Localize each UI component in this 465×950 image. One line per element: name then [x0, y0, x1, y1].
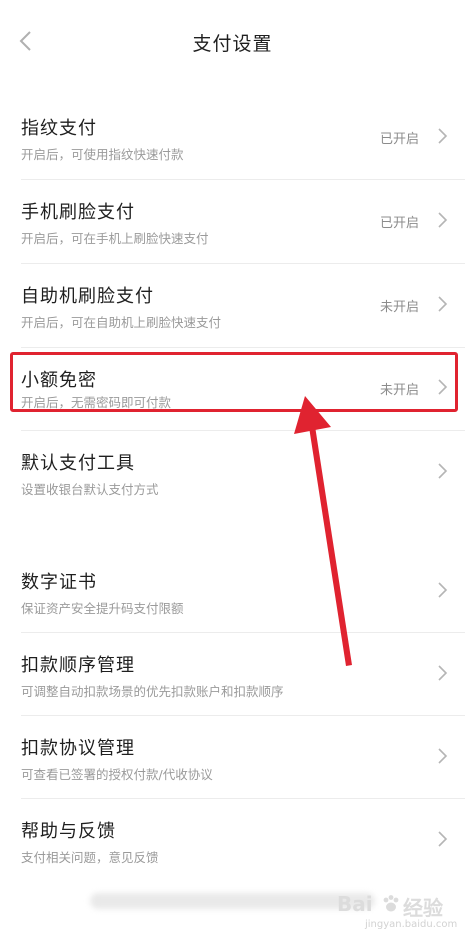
- row-title: 指纹支付: [21, 118, 97, 139]
- row-subtitle: 可查看已签署的授权付款/代收协议: [21, 767, 213, 782]
- page-title: 支付设置: [192, 33, 273, 55]
- row-debit-order-management[interactable]: 扣款顺序管理 可调整自动扣款场景的优先扣款账户和扣款顺序: [0, 633, 465, 716]
- row-kiosk-face-pay[interactable]: 自助机刷脸支付 开启后，可在自助机上刷脸快速支付 未开启: [0, 264, 465, 347]
- payment-settings-page: 支付设置 指纹支付 开启后，可使用指纹快速付款 已开启 手机刷脸支付 开启后，可…: [0, 0, 465, 950]
- chevron-right-icon: [438, 212, 448, 228]
- row-status: 已开启: [379, 132, 419, 147]
- watermark-url: jingyan.baidu.com: [365, 919, 458, 930]
- row-status: 已开启: [379, 216, 419, 231]
- row-title: 扣款顺序管理: [21, 655, 135, 676]
- row-subtitle: 保证资产安全提升码支付限额: [21, 601, 184, 616]
- row-title: 小额免密: [21, 370, 97, 391]
- row-title: 帮助与反馈: [21, 821, 116, 842]
- row-subtitle: 开启后，可使用指纹快速付款: [21, 147, 184, 162]
- row-phone-face-pay[interactable]: 手机刷脸支付 开启后，可在手机上刷脸快速支付 已开启: [0, 180, 465, 263]
- paw-icon: [383, 895, 399, 912]
- row-title: 数字证书: [21, 572, 97, 593]
- chevron-right-icon: [438, 748, 448, 764]
- row-subtitle: 支付相关问题，意见反馈: [21, 850, 159, 865]
- row-small-amount-no-password[interactable]: 小额免密 开启后，无需密码即可付款 未开启: [0, 348, 465, 431]
- row-status: 未开启: [379, 300, 419, 315]
- row-subtitle: 设置收银台默认支付方式: [21, 482, 159, 497]
- watermark-brand-suffix: 经验: [403, 896, 443, 920]
- row-digital-certificate[interactable]: 数字证书 保证资产安全提升码支付限额: [0, 550, 465, 633]
- row-title: 自助机刷脸支付: [21, 286, 154, 307]
- row-status: 未开启: [379, 383, 419, 398]
- chevron-right-icon: [438, 463, 448, 479]
- nav-header: 支付设置: [0, 0, 465, 84]
- chevron-right-icon: [438, 296, 448, 312]
- row-title: 扣款协议管理: [21, 738, 135, 759]
- row-subtitle: 可调整自动扣款场景的优先扣款账户和扣款顺序: [21, 684, 284, 699]
- row-default-payment-tool[interactable]: 默认支付工具 设置收银台默认支付方式: [0, 431, 465, 514]
- row-subtitle: 开启后，可在手机上刷脸快速支付: [21, 231, 209, 246]
- row-title: 手机刷脸支付: [21, 202, 135, 223]
- chevron-right-icon: [438, 831, 448, 847]
- row-title: 默认支付工具: [21, 453, 135, 474]
- row-fingerprint-pay[interactable]: 指纹支付 开启后，可使用指纹快速付款 已开启: [0, 96, 465, 179]
- blurred-footer-text: [90, 893, 375, 909]
- row-subtitle: 开启后，可在自助机上刷脸快速支付: [21, 315, 222, 330]
- row-debit-agreement-management[interactable]: 扣款协议管理 可查看已签署的授权付款/代收协议: [0, 716, 465, 799]
- chevron-right-icon: [438, 665, 448, 681]
- chevron-right-icon: [438, 582, 448, 598]
- row-subtitle: 开启后，无需密码即可付款: [21, 395, 172, 410]
- row-help-feedback[interactable]: 帮助与反馈 支付相关问题，意见反馈: [0, 799, 465, 882]
- chevron-right-icon: [438, 379, 448, 395]
- chevron-right-icon: [438, 128, 448, 144]
- baidu-jingyan-watermark: Bai 经验 jingyan.baidu.com: [337, 892, 459, 938]
- watermark-brand: Bai: [337, 892, 373, 916]
